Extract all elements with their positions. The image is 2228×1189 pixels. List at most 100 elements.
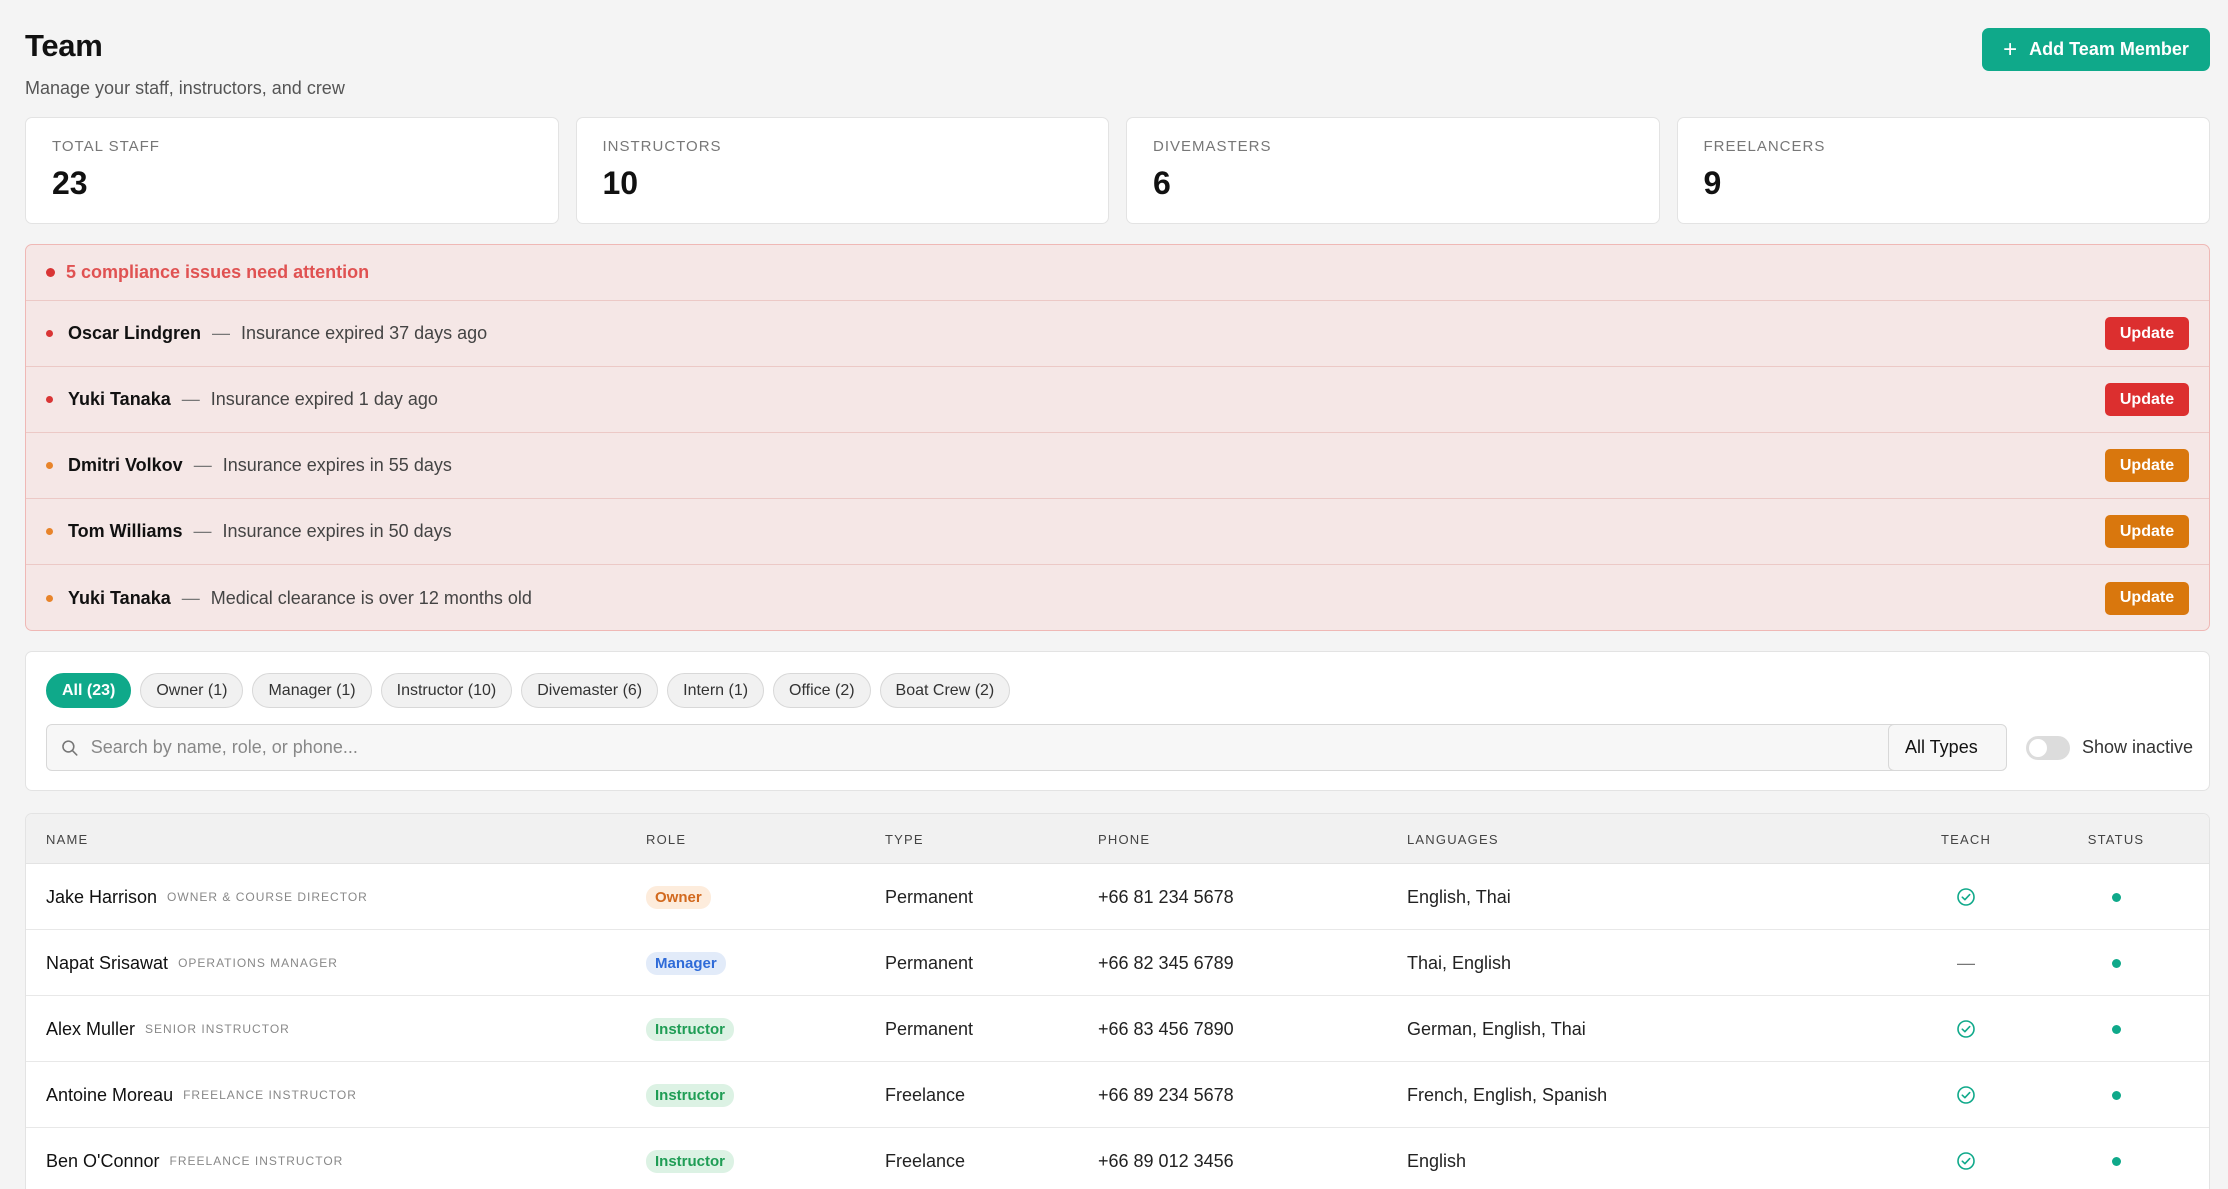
compliance-alert-panel: 5 compliance issues need attention Oscar… xyxy=(25,244,2210,631)
show-inactive-toggle[interactable] xyxy=(2026,735,2070,760)
cell-type: Permanent xyxy=(885,886,974,907)
issue-person-name: Yuki Tanaka xyxy=(68,389,171,409)
status-dot-icon xyxy=(2111,1024,2121,1034)
cell-type: Permanent xyxy=(885,952,974,973)
column-header-languages[interactable]: LANGUAGES xyxy=(1407,814,1499,864)
team-table: NAME ROLE TYPE PHONE LANGUAGES TEACH STA… xyxy=(25,813,2210,1189)
issue-dot-icon xyxy=(46,462,53,469)
table-row[interactable]: Napat Srisawat OPERATIONS MANAGER Manager P… xyxy=(26,930,2209,996)
table-row[interactable]: Ben O'Connor FREELANCE INSTRUCTOR Instruct… xyxy=(26,1128,2209,1189)
type-select[interactable]: All Types xyxy=(1888,724,2007,771)
status-dot-icon xyxy=(2111,892,2121,902)
cell-languages: French, English, Spanish xyxy=(1407,1084,1608,1105)
cell-teach xyxy=(1926,1062,2006,1128)
compliance-alert-header: 5 compliance issues need attention xyxy=(26,245,2209,301)
compliance-headline: 5 compliance issues need attention xyxy=(66,262,370,282)
alert-dot-icon xyxy=(46,268,55,277)
search-input[interactable] xyxy=(90,737,1897,758)
cell-name: Jake Harrison OWNER & COURSE DIRECTOR xyxy=(46,864,368,930)
stat-value: 9 xyxy=(1703,165,1722,201)
table-header: NAME ROLE TYPE PHONE LANGUAGES TEACH STA… xyxy=(26,814,2209,864)
filter-panel: All (23) Owner (1) Manager (1) Instructor (… xyxy=(25,651,2210,791)
issue-message: Insurance expired 1 day ago xyxy=(210,389,438,409)
issue-person-name: Tom Williams xyxy=(68,521,183,541)
column-header-phone[interactable]: PHONE xyxy=(1098,814,1150,864)
issue-message: Insurance expires in 55 days xyxy=(222,455,452,475)
role-filter-chips: All (23) Owner (1) Manager (1) Instructor (… xyxy=(46,673,1011,708)
stat-card-instructors: INSTRUCTORS 10 xyxy=(575,117,1109,224)
issue-separator: — xyxy=(181,389,200,409)
cell-role: Manager xyxy=(646,930,726,996)
update-button[interactable]: Update xyxy=(2105,449,2189,482)
check-circle-icon xyxy=(1957,1086,1975,1104)
filter-chip[interactable]: All (23) xyxy=(46,673,132,708)
cell-status xyxy=(2076,1062,2156,1128)
filter-chip[interactable]: Owner (1) xyxy=(140,673,244,708)
toggle-knob xyxy=(2029,738,2047,757)
cell-phone: +66 89 012 3456 xyxy=(1098,1150,1234,1171)
check-circle-icon xyxy=(1957,1020,1975,1038)
stat-value: 10 xyxy=(602,165,639,201)
search-icon xyxy=(62,739,78,756)
update-button[interactable]: Update xyxy=(2105,383,2189,416)
table-row[interactable]: Jake Harrison OWNER & COURSE DIRECTOR Owne… xyxy=(26,864,2209,930)
issue-person-name: Yuki Tanaka xyxy=(68,587,171,608)
person-name[interactable]: Napat Srisawat xyxy=(46,953,168,974)
issue-separator: — xyxy=(193,521,212,541)
person-name[interactable]: Jake Harrison xyxy=(46,887,157,908)
page-title: Team xyxy=(25,28,103,63)
search-box[interactable] xyxy=(46,724,1898,771)
cell-type: Freelance xyxy=(885,1150,966,1171)
cell-languages: German, English, Thai xyxy=(1407,1018,1586,1039)
cell-role: Owner xyxy=(646,864,711,930)
issue-dot-icon xyxy=(46,594,53,602)
issue-person-name: Oscar Lindgren xyxy=(68,323,202,343)
issue-separator: — xyxy=(181,587,200,608)
column-header-name[interactable]: NAME xyxy=(46,814,88,864)
update-button[interactable]: Update xyxy=(2105,581,2189,615)
show-inactive-label: Show inactive xyxy=(2082,737,2194,757)
cell-name: Antoine Moreau FREELANCE INSTRUCTOR xyxy=(46,1062,357,1128)
stat-value: 6 xyxy=(1153,165,1171,201)
cell-languages: English, Thai xyxy=(1407,886,1511,907)
add-team-member-button[interactable]: + Add Team Member xyxy=(1982,28,2210,71)
stat-label: DIVEMASTERS xyxy=(1153,138,1272,155)
filter-chip[interactable]: Office (2) xyxy=(773,673,871,708)
person-name[interactable]: Antoine Moreau xyxy=(46,1085,173,1106)
issue-message: Insurance expires in 50 days xyxy=(222,521,452,541)
cell-name: Alex Muller SENIOR INSTRUCTOR xyxy=(46,996,290,1062)
filter-chip[interactable]: Intern (1) xyxy=(667,673,765,708)
role-badge: Instructor xyxy=(646,1083,735,1107)
filter-chip[interactable]: Boat Crew (2) xyxy=(879,673,1011,708)
status-dot-icon xyxy=(2111,1090,2121,1100)
person-name[interactable]: Alex Muller xyxy=(46,1019,135,1040)
column-header-status[interactable]: STATUS xyxy=(2076,814,2156,864)
stat-card-divemasters: DIVEMASTERS 6 xyxy=(1126,117,1660,224)
table-row[interactable]: Alex Muller SENIOR INSTRUCTOR Instructor Pe… xyxy=(26,996,2209,1062)
cell-teach: — xyxy=(1926,930,2006,996)
check-circle-icon xyxy=(1957,888,1975,906)
table-row[interactable]: Antoine Moreau FREELANCE INSTRUCTOR Instru… xyxy=(26,1062,2209,1128)
show-inactive-control: Show inactive xyxy=(2026,724,2193,771)
cell-phone: +66 81 234 5678 xyxy=(1098,886,1234,907)
cell-teach xyxy=(1926,864,2006,930)
stat-value: 23 xyxy=(52,165,88,201)
filter-chip[interactable]: Instructor (10) xyxy=(380,673,513,708)
add-team-member-label: Add Team Member xyxy=(2029,39,2189,59)
filter-chip[interactable]: Manager (1) xyxy=(252,673,372,708)
status-dot-icon xyxy=(2111,1156,2121,1166)
update-button[interactable]: Update xyxy=(2105,515,2189,548)
stat-label: TOTAL STAFF xyxy=(52,138,160,155)
cell-role: Instructor xyxy=(646,1128,735,1189)
update-button[interactable]: Update xyxy=(2105,317,2189,350)
person-title: FREELANCE INSTRUCTOR xyxy=(169,1154,344,1168)
person-name[interactable]: Ben O'Connor xyxy=(46,1151,160,1172)
column-header-teach[interactable]: TEACH xyxy=(1926,814,2006,864)
filter-chip[interactable]: Divemaster (6) xyxy=(521,673,659,708)
column-header-role[interactable]: ROLE xyxy=(646,814,686,864)
compliance-issue-row: Yuki Tanaka — Medical clearance is over 12… xyxy=(26,565,2209,630)
cell-teach xyxy=(1926,1128,2006,1189)
column-header-type[interactable]: TYPE xyxy=(885,814,924,864)
stat-label: INSTRUCTORS xyxy=(602,138,722,155)
role-badge: Instructor xyxy=(646,1149,735,1173)
